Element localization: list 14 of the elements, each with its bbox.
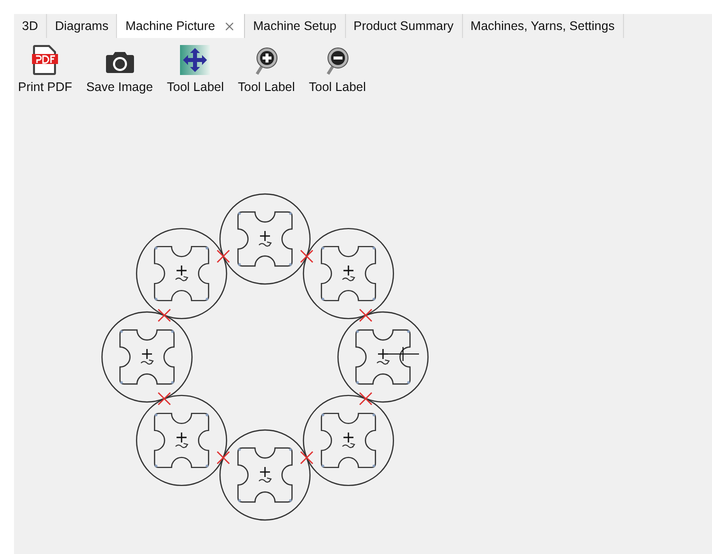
tab[interactable]: Product Summary <box>346 14 463 38</box>
tab[interactable]: Machine Picture <box>117 14 246 38</box>
tab[interactable]: Machines, Yarns, Settings <box>462 14 624 38</box>
close-icon[interactable] <box>223 20 236 32</box>
zoom-in-icon <box>254 47 278 75</box>
toolbar-button[interactable]: Tool Label <box>164 44 226 97</box>
toolbar-button[interactable]: Save Image <box>84 44 155 97</box>
move-arrows-icon <box>180 45 210 75</box>
pdf-file-icon <box>32 45 58 75</box>
toolbar-button[interactable]: Print PDF <box>16 44 74 97</box>
zoom-out-icon <box>325 47 350 75</box>
toolbar-button[interactable]: Tool Label <box>306 44 368 97</box>
toolbar-button[interactable]: Tool Label <box>236 44 297 97</box>
camera-icon <box>104 49 135 75</box>
